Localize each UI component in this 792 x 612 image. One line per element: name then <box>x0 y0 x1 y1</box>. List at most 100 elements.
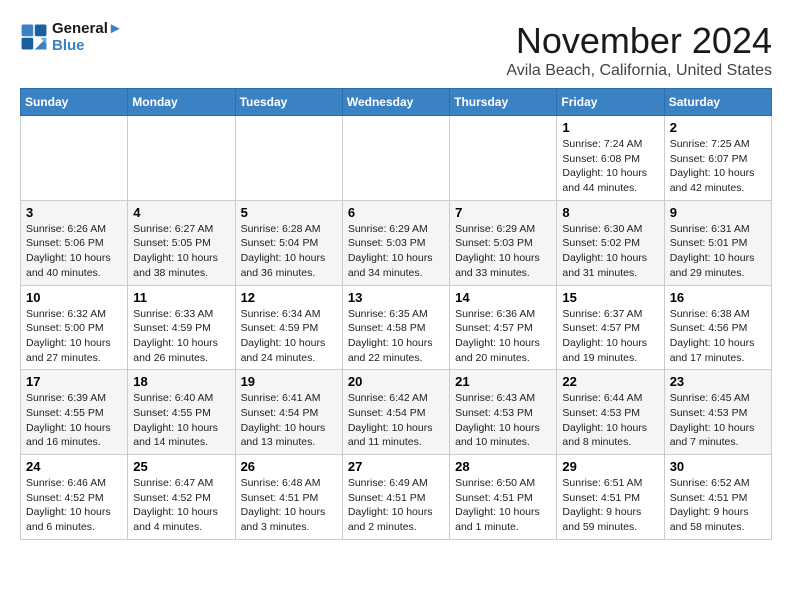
day-number: 22 <box>562 374 658 389</box>
day-number: 19 <box>241 374 337 389</box>
day-number: 14 <box>455 290 551 305</box>
logo: General► Blue <box>20 20 123 54</box>
calendar-week-1: 3 Sunrise: 6:26 AM Sunset: 5:06 PM Daylig… <box>21 200 772 285</box>
calendar-cell: 9 Sunrise: 6:31 AM Sunset: 5:01 PM Daylig… <box>664 200 771 285</box>
calendar-cell: 22 Sunrise: 6:44 AM Sunset: 4:53 PM Dayli… <box>557 370 664 455</box>
logo-text: General► Blue <box>52 20 123 54</box>
weekday-header-tuesday: Tuesday <box>235 89 342 116</box>
calendar-cell: 10Sunrise: 6:32 AM Sunset: 5:00 PM Dayli… <box>21 285 128 370</box>
calendar-cell: 7Sunrise: 6:29 AM Sunset: 5:03 PM Daylig… <box>450 200 557 285</box>
location: Avila Beach, California, United States <box>506 62 772 80</box>
day-info: Sunrise: 6:40 AM Sunset: 4:55 PM Dayligh… <box>133 391 229 450</box>
calendar-cell: 17 Sunrise: 6:39 AM Sunset: 4:55 PM Dayli… <box>21 370 128 455</box>
day-info: Sunrise: 6:39 AM Sunset: 4:55 PM Dayligh… <box>26 391 122 450</box>
calendar-cell: 24 Sunrise: 6:46 AM Sunset: 4:52 PM Dayli… <box>21 455 128 540</box>
day-number: 20 <box>348 374 444 389</box>
day-info: Sunrise: 6:26 AM Sunset: 5:06 PM Dayligh… <box>26 222 122 281</box>
calendar-table: SundayMondayTuesdayWednesdayThursdayFrid… <box>20 88 772 540</box>
day-info: Sunrise: 6:49 AM Sunset: 4:51 PM Dayligh… <box>348 476 444 535</box>
day-info: Sunrise: 6:33 AM Sunset: 4:59 PM Dayligh… <box>133 307 229 366</box>
day-info: Sunrise: 6:34 AM Sunset: 4:59 PM Dayligh… <box>241 307 337 366</box>
calendar-cell: 20 Sunrise: 6:42 AM Sunset: 4:54 PM Dayli… <box>342 370 449 455</box>
day-info: Sunrise: 6:51 AM Sunset: 4:51 PM Dayligh… <box>562 476 658 535</box>
day-number: 1 <box>562 120 658 135</box>
day-info: Sunrise: 6:43 AM Sunset: 4:53 PM Dayligh… <box>455 391 551 450</box>
day-info: Sunrise: 6:52 AM Sunset: 4:51 PM Dayligh… <box>670 476 766 535</box>
calendar-cell <box>450 116 557 201</box>
day-number: 27 <box>348 459 444 474</box>
calendar-cell <box>235 116 342 201</box>
calendar-cell: 30 Sunrise: 6:52 AM Sunset: 4:51 PM Dayli… <box>664 455 771 540</box>
calendar-cell: 27 Sunrise: 6:49 AM Sunset: 4:51 PM Dayli… <box>342 455 449 540</box>
day-number: 13 <box>348 290 444 305</box>
calendar-cell: 18 Sunrise: 6:40 AM Sunset: 4:55 PM Dayli… <box>128 370 235 455</box>
title-area: November 2024 Avila Beach, California, U… <box>506 20 772 80</box>
calendar-cell: 23Sunrise: 6:45 AM Sunset: 4:53 PM Dayli… <box>664 370 771 455</box>
weekday-header-row: SundayMondayTuesdayWednesdayThursdayFrid… <box>21 89 772 116</box>
calendar-cell: 15 Sunrise: 6:37 AM Sunset: 4:57 PM Dayli… <box>557 285 664 370</box>
day-number: 15 <box>562 290 658 305</box>
calendar-cell: 4 Sunrise: 6:27 AM Sunset: 5:05 PM Daylig… <box>128 200 235 285</box>
day-number: 30 <box>670 459 766 474</box>
day-info: Sunrise: 6:41 AM Sunset: 4:54 PM Dayligh… <box>241 391 337 450</box>
day-info: Sunrise: 6:44 AM Sunset: 4:53 PM Dayligh… <box>562 391 658 450</box>
day-number: 11 <box>133 290 229 305</box>
day-info: Sunrise: 6:48 AM Sunset: 4:51 PM Dayligh… <box>241 476 337 535</box>
day-info: Sunrise: 6:46 AM Sunset: 4:52 PM Dayligh… <box>26 476 122 535</box>
day-number: 3 <box>26 205 122 220</box>
day-number: 21 <box>455 374 551 389</box>
weekday-header-friday: Friday <box>557 89 664 116</box>
calendar-cell <box>128 116 235 201</box>
day-info: Sunrise: 6:31 AM Sunset: 5:01 PM Dayligh… <box>670 222 766 281</box>
day-info: Sunrise: 6:28 AM Sunset: 5:04 PM Dayligh… <box>241 222 337 281</box>
weekday-header-sunday: Sunday <box>21 89 128 116</box>
calendar-cell: 19 Sunrise: 6:41 AM Sunset: 4:54 PM Dayli… <box>235 370 342 455</box>
day-number: 2 <box>670 120 766 135</box>
day-info: Sunrise: 6:36 AM Sunset: 4:57 PM Dayligh… <box>455 307 551 366</box>
day-number: 5 <box>241 205 337 220</box>
calendar-cell: 21 Sunrise: 6:43 AM Sunset: 4:53 PM Dayli… <box>450 370 557 455</box>
calendar-cell: 3 Sunrise: 6:26 AM Sunset: 5:06 PM Daylig… <box>21 200 128 285</box>
weekday-header-monday: Monday <box>128 89 235 116</box>
day-number: 24 <box>26 459 122 474</box>
logo-icon <box>20 23 48 51</box>
calendar-cell: 5 Sunrise: 6:28 AM Sunset: 5:04 PM Daylig… <box>235 200 342 285</box>
day-info: Sunrise: 6:27 AM Sunset: 5:05 PM Dayligh… <box>133 222 229 281</box>
day-number: 8 <box>562 205 658 220</box>
day-info: Sunrise: 6:50 AM Sunset: 4:51 PM Dayligh… <box>455 476 551 535</box>
day-info: Sunrise: 6:35 AM Sunset: 4:58 PM Dayligh… <box>348 307 444 366</box>
day-number: 4 <box>133 205 229 220</box>
calendar-cell: 13 Sunrise: 6:35 AM Sunset: 4:58 PM Dayli… <box>342 285 449 370</box>
calendar-cell: 26Sunrise: 6:48 AM Sunset: 4:51 PM Dayli… <box>235 455 342 540</box>
calendar-week-3: 17 Sunrise: 6:39 AM Sunset: 4:55 PM Dayli… <box>21 370 772 455</box>
calendar-week-0: 1Sunrise: 7:24 AM Sunset: 6:08 PM Daylig… <box>21 116 772 201</box>
month-title: November 2024 <box>506 20 772 62</box>
day-number: 9 <box>670 205 766 220</box>
weekday-header-saturday: Saturday <box>664 89 771 116</box>
day-number: 25 <box>133 459 229 474</box>
calendar-cell: 2Sunrise: 7:25 AM Sunset: 6:07 PM Daylig… <box>664 116 771 201</box>
header: General► Blue November 2024 Avila Beach,… <box>20 20 772 80</box>
day-info: Sunrise: 6:29 AM Sunset: 5:03 PM Dayligh… <box>348 222 444 281</box>
calendar-cell: 1Sunrise: 7:24 AM Sunset: 6:08 PM Daylig… <box>557 116 664 201</box>
day-number: 28 <box>455 459 551 474</box>
day-number: 18 <box>133 374 229 389</box>
day-number: 29 <box>562 459 658 474</box>
day-info: Sunrise: 6:42 AM Sunset: 4:54 PM Dayligh… <box>348 391 444 450</box>
calendar-cell <box>21 116 128 201</box>
weekday-header-thursday: Thursday <box>450 89 557 116</box>
calendar-cell: 6Sunrise: 6:29 AM Sunset: 5:03 PM Daylig… <box>342 200 449 285</box>
calendar-cell: 25Sunrise: 6:47 AM Sunset: 4:52 PM Dayli… <box>128 455 235 540</box>
calendar-cell: 14 Sunrise: 6:36 AM Sunset: 4:57 PM Dayli… <box>450 285 557 370</box>
day-number: 7 <box>455 205 551 220</box>
day-info: Sunrise: 6:30 AM Sunset: 5:02 PM Dayligh… <box>562 222 658 281</box>
calendar-cell: 29 Sunrise: 6:51 AM Sunset: 4:51 PM Dayli… <box>557 455 664 540</box>
calendar-cell <box>342 116 449 201</box>
day-number: 16 <box>670 290 766 305</box>
day-number: 12 <box>241 290 337 305</box>
day-info: Sunrise: 6:37 AM Sunset: 4:57 PM Dayligh… <box>562 307 658 366</box>
calendar-cell: 28 Sunrise: 6:50 AM Sunset: 4:51 PM Dayli… <box>450 455 557 540</box>
day-info: Sunrise: 6:32 AM Sunset: 5:00 PM Dayligh… <box>26 307 122 366</box>
day-number: 17 <box>26 374 122 389</box>
weekday-header-wednesday: Wednesday <box>342 89 449 116</box>
